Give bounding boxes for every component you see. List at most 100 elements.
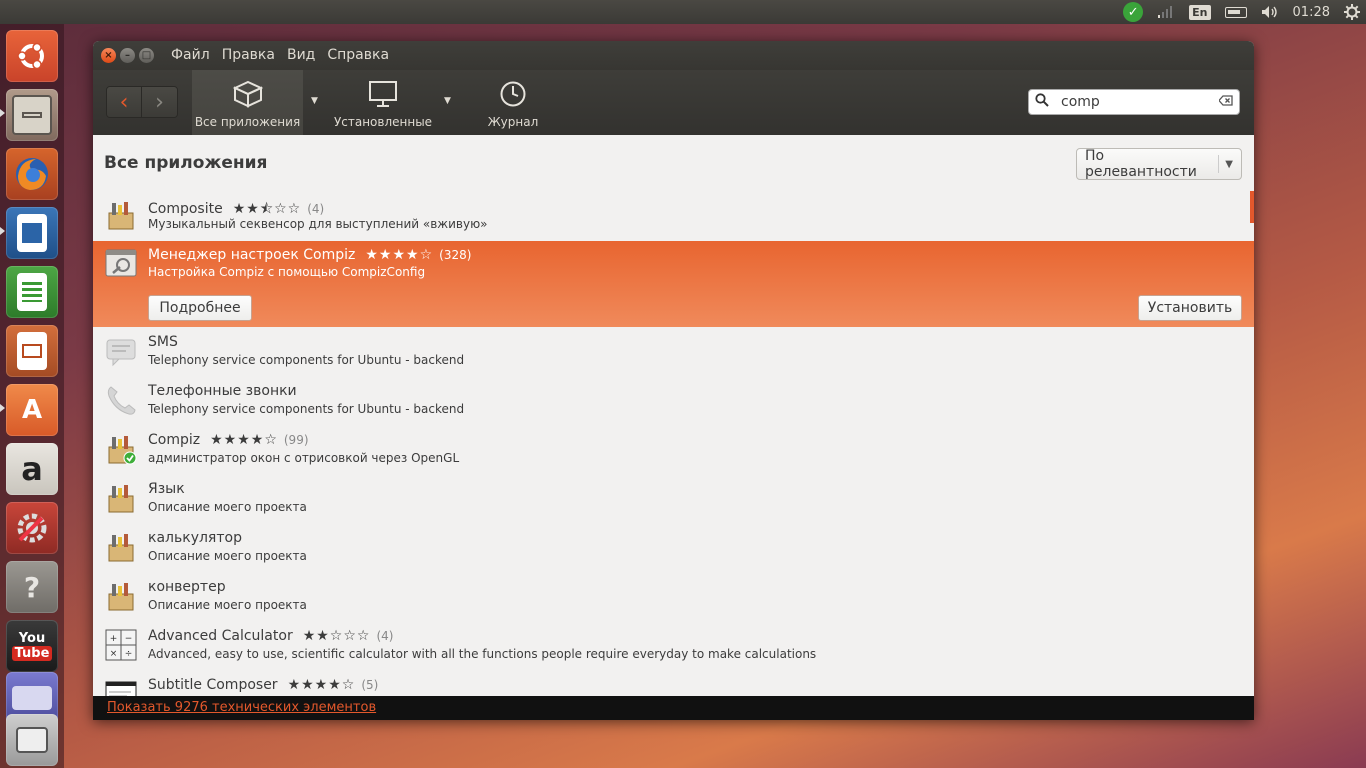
rating-stars: ★★★★☆ bbox=[210, 432, 278, 448]
ubuntu-logo-icon bbox=[17, 42, 44, 70]
running-indicator bbox=[0, 109, 5, 117]
rating-stars: ★★☆☆☆ bbox=[302, 628, 371, 644]
minimize-button[interactable]: – bbox=[120, 48, 135, 63]
menu-file[interactable]: Файл bbox=[171, 47, 210, 63]
amazon-icon: a bbox=[21, 450, 43, 488]
app-row-compiz-settings-selected[interactable]: Менеджер настроек Compiz ★★★★☆ (328) Настр… bbox=[93, 241, 1254, 327]
app-description: Telephony service components for Ubuntu … bbox=[148, 402, 465, 416]
impress-button[interactable] bbox=[6, 325, 58, 377]
navigation-buttons: ‹ › bbox=[106, 86, 178, 118]
app-list-view: Все приложения По релевантности ▼ Compos… bbox=[93, 135, 1254, 696]
app-row-compiz[interactable]: Compiz ★★★★☆ (99) администратор окон с отр… bbox=[93, 425, 1254, 474]
app-name: Телефонные звонки bbox=[148, 383, 297, 399]
clear-search-icon[interactable] bbox=[1218, 95, 1233, 109]
software-center-button[interactable]: A bbox=[6, 384, 58, 436]
volume-icon[interactable] bbox=[1261, 5, 1279, 19]
workspace-icon bbox=[12, 686, 52, 710]
maximize-button[interactable]: □ bbox=[139, 48, 154, 63]
writer-icon bbox=[17, 214, 47, 252]
files-icon bbox=[12, 95, 52, 135]
youtube-label: You bbox=[18, 631, 46, 646]
app-title: Телефонные звонки bbox=[148, 383, 297, 399]
app-description: администратор окон с отрисовкой через Op… bbox=[148, 451, 460, 465]
app-row-advanced-calculator[interactable]: + − × ÷ Advanced Calculator ★★☆☆☆ (4) Advance… bbox=[93, 621, 1254, 670]
trash-button[interactable] bbox=[6, 714, 58, 766]
app-name: Язык bbox=[148, 481, 185, 497]
software-center-icon: A bbox=[21, 395, 43, 425]
footer-bar: Показать 9276 технических элементов bbox=[93, 696, 1254, 720]
battery-icon[interactable] bbox=[1224, 6, 1247, 18]
sort-dropdown[interactable]: По релевантности ▼ bbox=[1076, 148, 1242, 180]
details-button[interactable]: Подробнее bbox=[148, 295, 252, 321]
app-title: Compiz ★★★★☆ (99) bbox=[148, 432, 309, 448]
package-icon bbox=[108, 534, 134, 562]
app-description: Описание моего проекта bbox=[148, 549, 307, 563]
system-settings-button[interactable] bbox=[6, 502, 58, 554]
show-technical-items-link[interactable]: Показать 9276 технических элементов bbox=[107, 700, 376, 715]
tab-history[interactable]: Журнал bbox=[481, 70, 545, 135]
files-button[interactable] bbox=[6, 89, 58, 141]
chevron-down-icon: ▼ bbox=[1218, 155, 1233, 173]
back-button[interactable]: ‹ bbox=[107, 87, 143, 117]
settings-manager-icon bbox=[105, 249, 137, 277]
package-icon bbox=[108, 202, 134, 230]
network-icon[interactable] bbox=[1157, 5, 1175, 19]
app-row-phone-calls[interactable]: Телефонные звонки Telephony service comp… bbox=[93, 376, 1254, 425]
film-strip-icon bbox=[105, 681, 137, 696]
amazon-button[interactable]: a bbox=[6, 443, 58, 495]
calc-button[interactable] bbox=[6, 266, 58, 318]
firefox-button[interactable] bbox=[6, 148, 58, 200]
rating-stars: ★★★★☆ bbox=[365, 247, 434, 263]
menu-help[interactable]: Справка bbox=[327, 47, 389, 63]
firefox-icon bbox=[16, 158, 48, 190]
search-input[interactable]: comp bbox=[1051, 94, 1219, 110]
all-apps-dropdown[interactable]: ▼ bbox=[311, 96, 318, 106]
app-row-composite[interactable]: Composite ★★⯪☆☆ (4) Музыкальный секвенсор … bbox=[93, 191, 1254, 240]
svg-text:×: × bbox=[110, 649, 118, 659]
impress-icon bbox=[17, 332, 47, 370]
clock[interactable]: 01:28 bbox=[1293, 5, 1330, 20]
rating-stars: ★★⯪☆☆ bbox=[232, 201, 302, 217]
installed-dropdown[interactable]: ▼ bbox=[444, 96, 451, 106]
rating-stars: ★★★★☆ bbox=[287, 677, 356, 693]
menu-view[interactable]: Вид bbox=[287, 47, 315, 63]
app-title: Subtitle Composer ★★★★☆ (5) bbox=[148, 677, 378, 693]
forward-button[interactable]: › bbox=[142, 87, 177, 117]
rating-count: (4) bbox=[376, 629, 394, 643]
calculator-icon: + −× ÷ bbox=[105, 629, 137, 661]
app-row-converter[interactable]: конвертер Описание моего проекта bbox=[93, 572, 1254, 621]
rating-count: (99) bbox=[283, 433, 309, 447]
help-button[interactable]: ? bbox=[6, 561, 58, 613]
ubuntu-dash-button[interactable] bbox=[6, 30, 58, 82]
system-tray: ✓ En 01:28 bbox=[1123, 0, 1360, 24]
app-name: Менеджер настроек Compiz bbox=[148, 247, 356, 263]
help-icon: ? bbox=[23, 570, 41, 604]
rating-count: (5) bbox=[361, 678, 379, 692]
tab-installed[interactable]: Установленные bbox=[334, 70, 432, 135]
minimize-icon: – bbox=[125, 50, 130, 61]
app-row-sms[interactable]: SMS Telephony service components for Ubu… bbox=[93, 327, 1254, 376]
youtube-button[interactable]: You Tube bbox=[6, 620, 58, 672]
calc-icon bbox=[17, 273, 47, 311]
gear-icon[interactable] bbox=[1344, 4, 1360, 20]
app-description: Описание моего проекта bbox=[148, 500, 307, 514]
close-button[interactable]: × bbox=[101, 48, 116, 63]
search-field[interactable]: comp bbox=[1028, 89, 1240, 115]
app-row-calculator[interactable]: калькулятор Описание моего проекта bbox=[93, 523, 1254, 572]
install-button[interactable]: Установить bbox=[1138, 295, 1242, 321]
svg-text:−: − bbox=[125, 634, 133, 644]
tab-all-apps[interactable]: Все приложения bbox=[192, 70, 303, 135]
app-name: SMS bbox=[148, 334, 178, 350]
keyboard-layout-indicator[interactable]: En bbox=[1189, 4, 1211, 20]
writer-button[interactable] bbox=[6, 207, 58, 259]
box-icon bbox=[232, 80, 263, 108]
menu-edit[interactable]: Правка bbox=[222, 47, 275, 63]
app-title: калькулятор bbox=[148, 530, 242, 546]
app-row-subtitle-composer[interactable]: Subtitle Composer ★★★★☆ (5) bbox=[93, 670, 1254, 696]
rating-count: (4) bbox=[307, 202, 325, 216]
app-row-language[interactable]: Язык Описание моего проекта bbox=[93, 474, 1254, 523]
update-check-icon[interactable]: ✓ bbox=[1123, 2, 1144, 22]
tab-installed-label: Установленные bbox=[333, 115, 433, 129]
app-name: Advanced Calculator bbox=[148, 628, 293, 644]
running-indicator bbox=[0, 227, 5, 235]
